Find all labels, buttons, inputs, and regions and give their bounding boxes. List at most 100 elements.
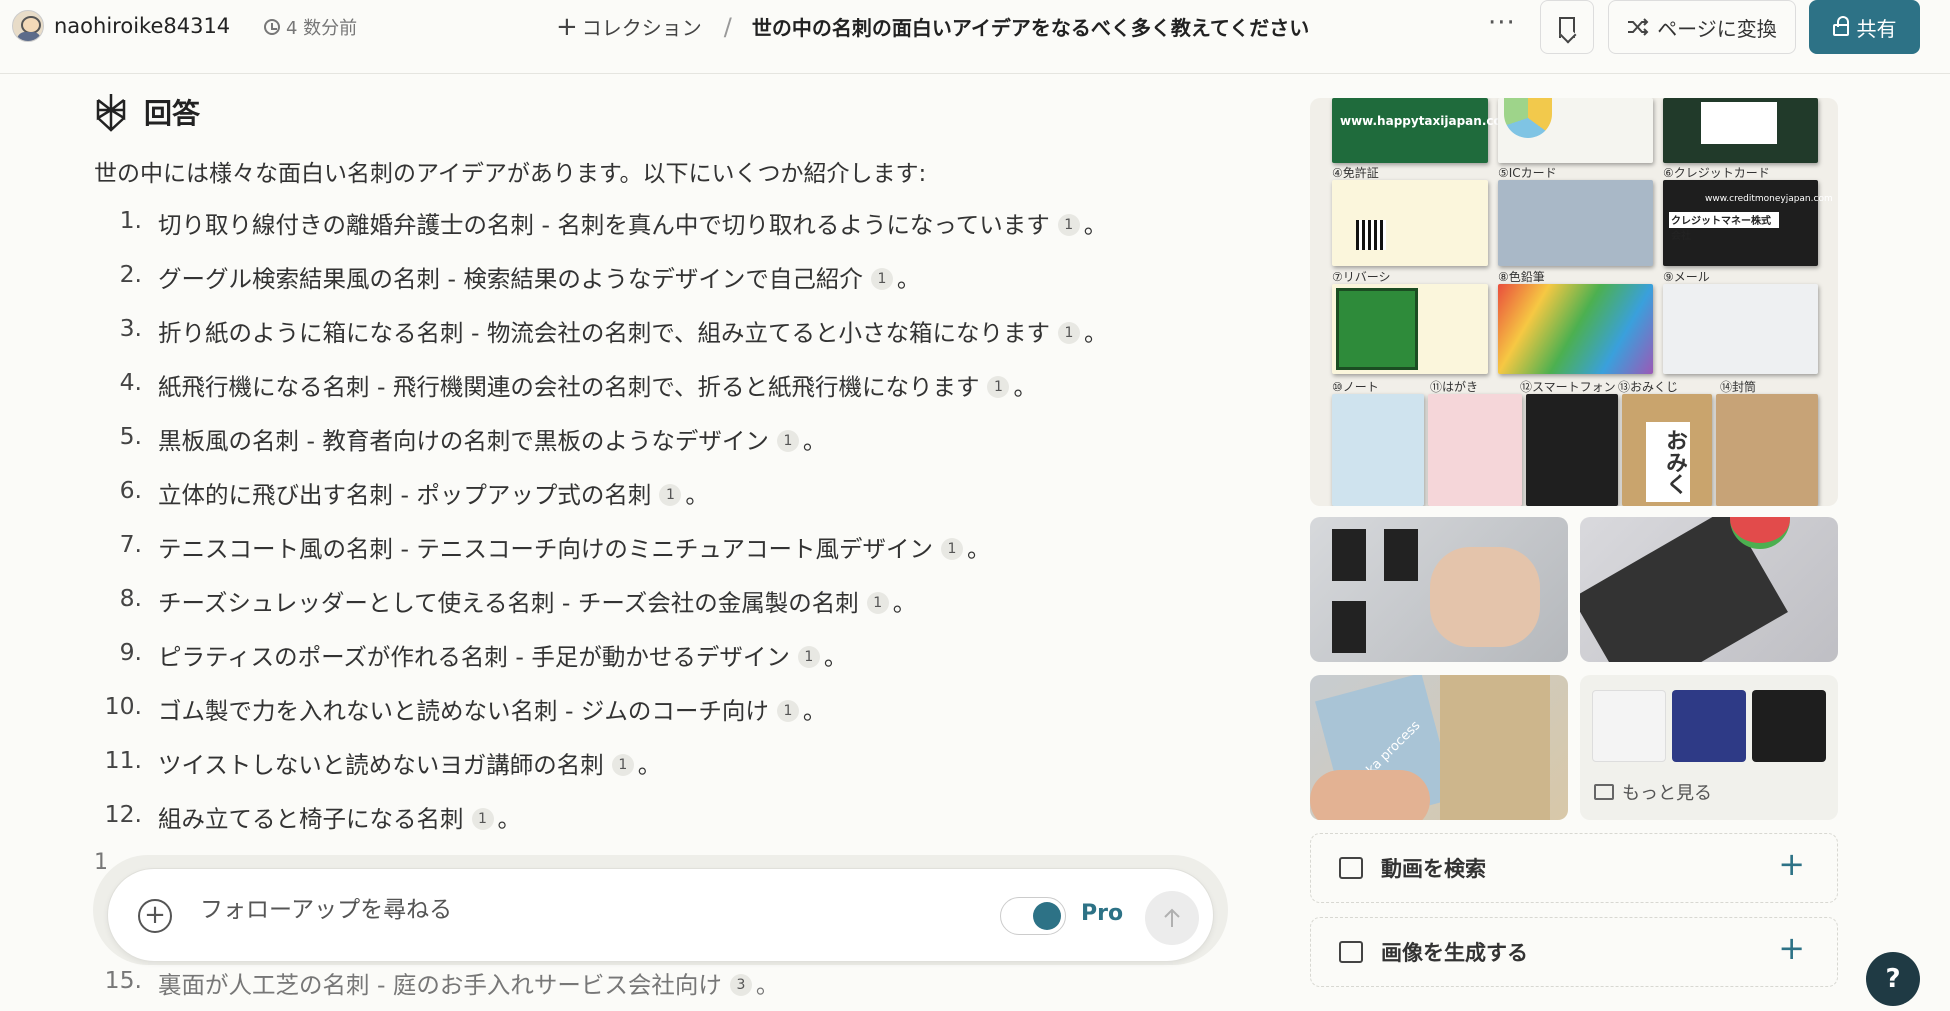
list-item: 9. ピラティスのポーズが作れる名刺 - 手足が動かせるデザイン 1。 [94,638,1234,692]
more-images-label: もっと見る [1622,783,1712,804]
answer-heading: 回答 [144,97,201,130]
breadcrumb-separator: / [723,12,732,41]
answer-list: 1. 切り取り線付きの離婚弁護士の名刺 - 名刺を真ん中で切り取れるようになってい… [94,206,1234,854]
item-text: グーグル検索結果風の名刺 - 検索結果のようなデザインで自己紹介 1。 [158,265,921,293]
search-videos-button[interactable]: 動画を検索 + [1310,833,1838,903]
item-number: 7. [119,530,142,558]
item-number: 3. [119,314,142,342]
list-item: 3. 折り紙のように箱になる名刺 - 物流会社の名刺で、組み立てると小さな箱になり… [94,314,1234,368]
item-number: 5. [119,422,142,450]
citation-badge[interactable]: 3 [729,973,752,996]
perplexity-logo-icon [96,94,126,132]
citation-badge[interactable]: 1 [776,429,799,452]
answer-header: 回答 [94,92,200,132]
shuffle-icon [1628,18,1649,36]
clock-icon [264,19,280,35]
item-number: 11. [104,746,142,774]
top-bar: naohiroike84314 4 数分前 + コレクション / 世の中の名刺の… [0,0,1950,74]
citation-badge[interactable]: 1 [866,591,889,614]
item-text: 裏面が人工芝の名刺 - 庭のお手入れサービス会社向け 3。 [158,971,780,999]
citation-badge[interactable]: 1 [471,807,494,830]
followup-bar: + Pro [107,868,1214,962]
more-images-button[interactable]: もっと見る [1580,675,1838,820]
item-number: 4. [119,368,142,396]
list-item: 15. 裏面が人工芝の名刺 - 庭のお手入れサービス会社向け 3。 [94,966,780,1000]
item-text: チーズシュレッダーとして使える名刺 - チーズ会社の金属製の名刺 1。 [158,589,917,617]
list-item: 2. グーグル検索結果風の名刺 - 検索結果のようなデザインで自己紹介 1。 [94,260,1234,314]
film-icon [1339,857,1363,879]
arrow-up-icon [1164,908,1180,927]
list-item: 4. 紙飛行機になる名刺 - 飛行機関連の会社の名刺で、折ると紙飛行機になります 1… [94,368,1234,422]
convert-label: ページに変換 [1657,16,1777,41]
item-text: ツイストしないと読めないヨガ講師の名刺 1。 [158,751,662,779]
timestamp: 4 数分前 [264,14,357,40]
user-info[interactable]: naohiroike84314 [12,10,230,42]
image-generate-icon [1339,941,1363,963]
citation-badge[interactable]: 1 [870,267,893,290]
item-text: テニスコート風の名刺 - テニスコーチ向けのミニチュアコート風デザイン 1。 [158,535,991,563]
lock-icon [1832,16,1849,36]
business-card-image[interactable] [1310,517,1568,662]
citation-badge[interactable]: 1 [776,699,799,722]
item-text: ピラティスのポーズが作れる名刺 - 手足が動かせるデザイン 1。 [158,643,848,671]
partial-item-number: 1 [94,850,108,875]
bookmark-button[interactable] [1540,0,1594,54]
citation-badge[interactable]: 1 [611,753,634,776]
send-button[interactable] [1145,891,1199,945]
item-text: 切り取り線付きの離婚弁護士の名刺 - 名刺を真ん中で切り取れるようになっています… [158,211,1108,239]
citation-badge[interactable]: 1 [1057,213,1080,236]
thread-title: 世の中の名刺の面白いアイデアをなるべく多く教えてください [751,16,1310,40]
item-number: 9. [119,638,142,666]
pro-label: Pro [1081,901,1124,926]
breadcrumb: + コレクション / 世の中の名刺の面白いアイデアをなるべく多く教えてください [556,12,1309,41]
list-item: 7. テニスコート風の名刺 - テニスコーチ向けのミニチュアコート風デザイン 1。 [94,530,1234,584]
item-text: 折り紙のように箱になる名刺 - 物流会社の名刺で、組み立てると小さな箱になります… [158,319,1108,347]
share-label: 共有 [1856,16,1897,41]
add-attachment-icon[interactable]: + [138,899,172,933]
business-card-image[interactable] [1580,517,1838,662]
username[interactable]: naohiroike84314 [54,14,230,38]
item-number: 12. [104,800,142,828]
pro-toggle[interactable] [1000,897,1066,935]
plus-icon[interactable]: + [1778,932,1805,964]
search-videos-label: 動画を検索 [1381,857,1486,881]
citation-badge[interactable]: 1 [797,645,820,668]
business-card-image[interactable]: bunka process [1310,675,1568,820]
more-options-button[interactable]: ··· [1488,8,1516,38]
citation-badge[interactable]: 1 [659,483,682,506]
list-item: 5. 黒板風の名刺 - 教育者向けの名刺で黒板のようなデザイン 1。 [94,422,1234,476]
item-number: 10. [104,692,142,720]
image-icon [1594,784,1614,800]
avatar[interactable] [12,10,44,42]
item-text: 立体的に飛び出す名刺 - ポップアップ式の名刺 1。 [158,481,709,509]
plus-icon[interactable]: + [556,14,578,40]
item-number: 2. [119,260,142,288]
item-number: 15. [104,966,142,994]
generate-image-button[interactable]: 画像を生成する + [1310,917,1838,987]
timestamp-text: 4 数分前 [286,18,358,39]
list-item: 10. ゴム製で力を入れないと読めない名刺 - ジムのコーチ向け 1。 [94,692,1234,746]
list-item: 6. 立体的に飛び出す名刺 - ポップアップ式の名刺 1。 [94,476,1234,530]
business-card-collage-image[interactable]: www.happytaxijapan.com ④免許証 ⑤ICカード ⑥クレジッ… [1310,98,1838,506]
list-item: 1. 切り取り線付きの離婚弁護士の名刺 - 名刺を真ん中で切り取れるようになってい… [94,206,1234,260]
item-number: 1. [119,206,142,234]
item-number: 6. [119,476,142,504]
list-item: 12. 組み立てると椅子になる名刺 1。 [94,800,1234,854]
collection-button[interactable]: コレクション [582,12,702,41]
citation-badge[interactable]: 1 [1057,321,1080,344]
list-item: 8. チーズシュレッダーとして使える名刺 - チーズ会社の金属製の名刺 1。 [94,584,1234,638]
item-text: 黒板風の名刺 - 教育者向けの名刺で黒板のようなデザイン 1。 [158,427,827,455]
generate-image-label: 画像を生成する [1381,941,1528,965]
list-item: 11. ツイストしないと読めないヨガ講師の名刺 1。 [94,746,1234,800]
followup-input[interactable] [200,897,760,923]
plus-icon[interactable]: + [1778,848,1805,880]
convert-to-page-button[interactable]: ページに変換 [1608,0,1796,54]
citation-badge[interactable]: 1 [987,375,1010,398]
answer-intro: 世の中には様々な面白い名刺のアイデアがあります。以下にいくつか紹介します: [94,161,927,187]
bookmark-icon [1559,16,1575,38]
citation-badge[interactable]: 1 [940,537,963,560]
item-text: ゴム製で力を入れないと読めない名刺 - ジムのコーチ向け 1。 [158,697,827,725]
share-button[interactable]: 共有 [1809,0,1920,54]
item-text: 組み立てると椅子になる名刺 1。 [158,805,521,833]
help-button[interactable]: ? [1866,952,1920,1006]
